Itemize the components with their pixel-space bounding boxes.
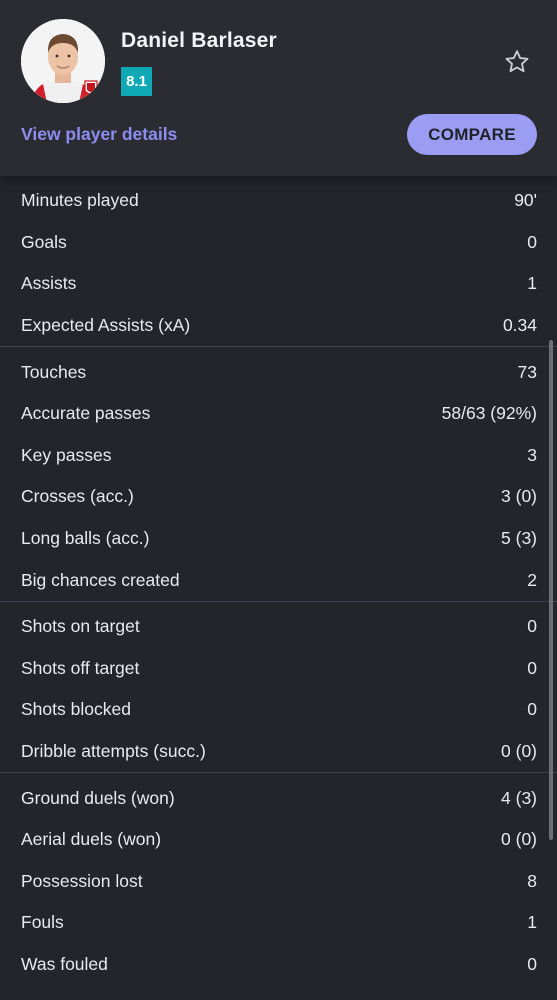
stat-label: Minutes played bbox=[21, 190, 139, 211]
player-name: Daniel Barlaser bbox=[121, 29, 277, 52]
compare-button[interactable]: COMPARE bbox=[407, 114, 537, 155]
stat-row: Goals 0 bbox=[0, 222, 557, 264]
stat-label: Shots off target bbox=[21, 657, 140, 678]
stat-label: Key passes bbox=[21, 444, 112, 465]
stat-value: 0 (0) bbox=[501, 741, 537, 762]
stat-label: Assists bbox=[21, 273, 77, 294]
stats-list: Minutes played 90' Goals 0 Assists 1 Expect… bbox=[0, 176, 557, 985]
stat-value: 8 bbox=[527, 870, 537, 891]
stat-value: 3 (0) bbox=[501, 486, 537, 507]
stat-row: Possession lost 8 bbox=[0, 861, 557, 903]
stat-value: 0 bbox=[527, 231, 537, 252]
stat-value: 1 bbox=[527, 912, 537, 933]
stat-value: 73 bbox=[517, 361, 537, 382]
stat-row: Minutes played 90' bbox=[0, 180, 557, 222]
stat-label: Crosses (acc.) bbox=[21, 486, 134, 507]
stat-row: Aerial duels (won) 0 (0) bbox=[0, 819, 557, 861]
stat-label: Shots on target bbox=[21, 616, 140, 637]
stat-label: Long balls (acc.) bbox=[21, 528, 150, 549]
stat-value: 0 bbox=[527, 699, 537, 720]
stat-label: Accurate passes bbox=[21, 403, 151, 424]
stat-label: Aerial duels (won) bbox=[21, 829, 162, 850]
stat-row: Dribble attempts (succ.) 0 (0) bbox=[0, 731, 557, 773]
player-photo bbox=[21, 19, 105, 103]
stat-label: Expected Assists (xA) bbox=[21, 315, 191, 336]
favorite-button[interactable] bbox=[503, 48, 531, 76]
stat-label: Fouls bbox=[21, 912, 64, 933]
stat-row: Fouls 1 bbox=[0, 902, 557, 944]
stats-group-general: Minutes played 90' Goals 0 Assists 1 Expect… bbox=[0, 176, 557, 346]
stat-value: 0 bbox=[527, 657, 537, 678]
view-player-details-link[interactable]: View player details bbox=[21, 124, 177, 145]
stat-row: Shots blocked 0 bbox=[0, 689, 557, 731]
stats-group-duels: Ground duels (won) 4 (3) Aerial duels (wo… bbox=[0, 772, 557, 985]
stat-label: Was fouled bbox=[21, 953, 108, 974]
player-header: Daniel Barlaser 8.1 View player details … bbox=[0, 0, 557, 176]
stat-label: Shots blocked bbox=[21, 699, 131, 720]
stat-row: Accurate passes 58/63 (92%) bbox=[0, 393, 557, 435]
stat-value: 3 bbox=[527, 444, 537, 465]
stat-label: Dribble attempts (succ.) bbox=[21, 741, 206, 762]
star-outline-icon bbox=[505, 50, 529, 73]
stats-group-passing: Touches 73 Accurate passes 58/63 (92%) Key… bbox=[0, 346, 557, 601]
stat-value: 1 bbox=[527, 273, 537, 294]
stat-value: 0 (0) bbox=[501, 829, 537, 850]
stat-row: Key passes 3 bbox=[0, 435, 557, 477]
stat-value: 90' bbox=[514, 190, 537, 211]
stat-value: 4 (3) bbox=[501, 787, 537, 808]
stat-row: Big chances created 2 bbox=[0, 559, 557, 601]
stat-label: Ground duels (won) bbox=[21, 787, 175, 808]
stat-row: Assists 1 bbox=[0, 263, 557, 305]
stat-row: Long balls (acc.) 5 (3) bbox=[0, 518, 557, 560]
stat-label: Goals bbox=[21, 231, 67, 252]
club-crest-icon bbox=[84, 80, 98, 95]
stat-value: 0.34 bbox=[502, 315, 537, 336]
rating-badge: 8.1 bbox=[121, 67, 152, 96]
stat-row: Crosses (acc.) 3 (0) bbox=[0, 476, 557, 518]
stat-row: Expected Assists (xA) 0.34 bbox=[0, 305, 557, 347]
stat-value: 0 bbox=[527, 616, 537, 637]
stat-value: 58/63 (92%) bbox=[441, 403, 537, 424]
stat-row: Touches 73 bbox=[0, 351, 557, 393]
stat-label: Touches bbox=[21, 361, 87, 382]
stat-row: Shots on target 0 bbox=[0, 606, 557, 648]
stat-value: 5 (3) bbox=[501, 528, 537, 549]
stat-value: 0 bbox=[527, 953, 537, 974]
stat-row: Ground duels (won) 4 (3) bbox=[0, 777, 557, 819]
stat-value: 2 bbox=[527, 569, 537, 590]
scrollbar[interactable] bbox=[549, 340, 553, 840]
stat-label: Possession lost bbox=[21, 870, 143, 891]
stat-row: Shots off target 0 bbox=[0, 648, 557, 690]
stat-row: Was fouled 0 bbox=[0, 944, 557, 986]
avatar[interactable] bbox=[21, 19, 105, 103]
stats-group-attacking: Shots on target 0 Shots off target 0 Shots… bbox=[0, 600, 557, 773]
stat-label: Big chances created bbox=[21, 569, 180, 590]
